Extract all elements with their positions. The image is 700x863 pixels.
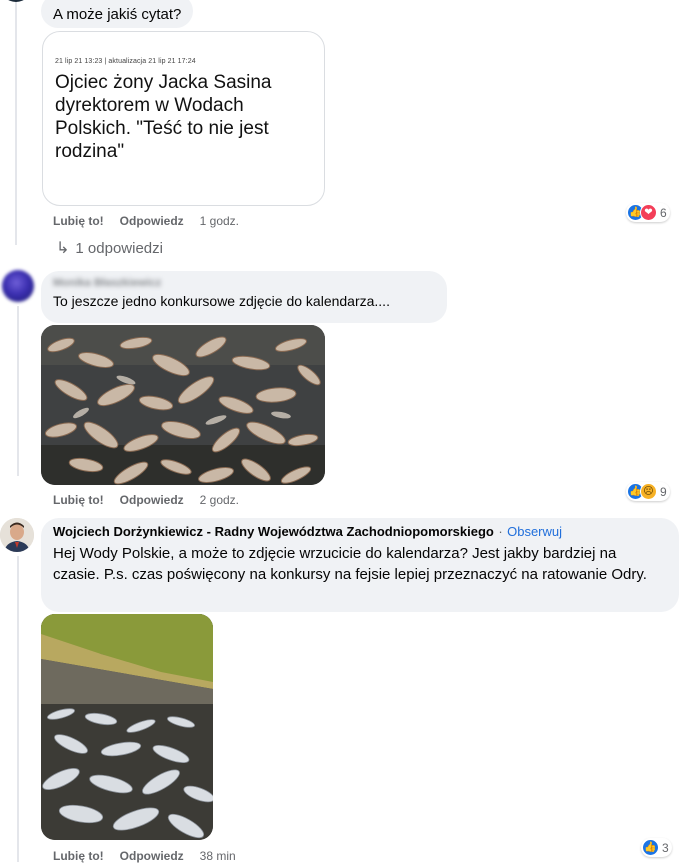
link-preview-card[interactable]: 21 lip 21 13:23 | aktualizacja 21 lip 21… [42, 31, 325, 206]
comment-text: Hej Wody Polskie, a może to zdjęcie wrzu… [53, 545, 647, 583]
separator-dot: · [498, 524, 503, 539]
comment-bubble: Wojciech Dorżynkiewicz - Radny Województ… [41, 518, 679, 612]
timestamp[interactable]: 1 godz. [200, 214, 239, 228]
comment-bubble: Monika Błaszkiewicz To jeszcze jedno kon… [41, 271, 447, 323]
author-name[interactable]: Monika Błaszkiewicz [53, 277, 435, 289]
reply-button[interactable]: Odpowiedz [120, 849, 184, 863]
timestamp[interactable]: 38 min [200, 849, 236, 863]
article-meta: 21 lip 21 13:23 | aktualizacja 21 lip 21… [55, 58, 196, 65]
avatar[interactable] [0, 518, 34, 552]
comment-actions: Lubię to! Odpowiedz 2 godz. [53, 493, 239, 507]
author-line: Wojciech Dorżynkiewicz - Radny Województ… [53, 523, 667, 541]
comment-bubble: A może jakiś cytat? [41, 0, 194, 28]
like-button[interactable]: Lubię to! [53, 493, 104, 507]
avatar[interactable] [0, 0, 32, 2]
sad-icon: ☹ [640, 483, 657, 500]
reply-button[interactable]: Odpowiedz [120, 493, 184, 507]
thread-line [15, 0, 17, 245]
like-button[interactable]: Lubię to! [53, 849, 104, 863]
reactions-summary[interactable]: 👍 ☹ 9 [626, 482, 670, 501]
view-replies-link[interactable]: ↳ 1 odpowiedzi [56, 238, 163, 258]
thread-line [17, 556, 19, 862]
comment-photo[interactable] [41, 325, 325, 485]
dead-fish-photo [41, 325, 325, 485]
avatar[interactable] [2, 270, 34, 302]
reply-button[interactable]: Odpowiedz [120, 214, 184, 228]
like-button[interactable]: Lubię to! [53, 214, 104, 228]
river-dead-fish-photo [41, 614, 213, 840]
reply-arrow-icon: ↳ [56, 240, 70, 257]
comment-text: To jeszcze jedno konkursowe zdjęcie do k… [53, 293, 390, 309]
reactions-summary[interactable]: 👍 3 [641, 838, 672, 857]
author-name[interactable]: Wojciech Dorżynkiewicz - Radny Województ… [53, 524, 494, 539]
article-title[interactable]: Ojciec żony Jacka Sasina dyrektorem w Wo… [55, 71, 312, 163]
comment-actions: Lubię to! Odpowiedz 38 min [53, 849, 236, 863]
like-icon: 👍 [642, 839, 659, 856]
comment-photo[interactable] [41, 614, 213, 840]
follow-button[interactable]: Obserwuj [507, 524, 562, 539]
reaction-count: 6 [660, 205, 667, 220]
reactions-summary[interactable]: 👍 ❤ 6 [626, 203, 670, 222]
reaction-count: 9 [660, 484, 667, 499]
comment-text: A może jakiś cytat? [53, 6, 182, 23]
thread-line [17, 306, 19, 476]
comment-actions: Lubię to! Odpowiedz 1 godz. [53, 214, 239, 228]
replies-count-label: 1 odpowiedzi [75, 239, 163, 257]
love-icon: ❤ [640, 204, 657, 221]
person-portrait [0, 518, 34, 552]
reaction-count: 3 [662, 840, 669, 855]
timestamp[interactable]: 2 godz. [200, 493, 239, 507]
